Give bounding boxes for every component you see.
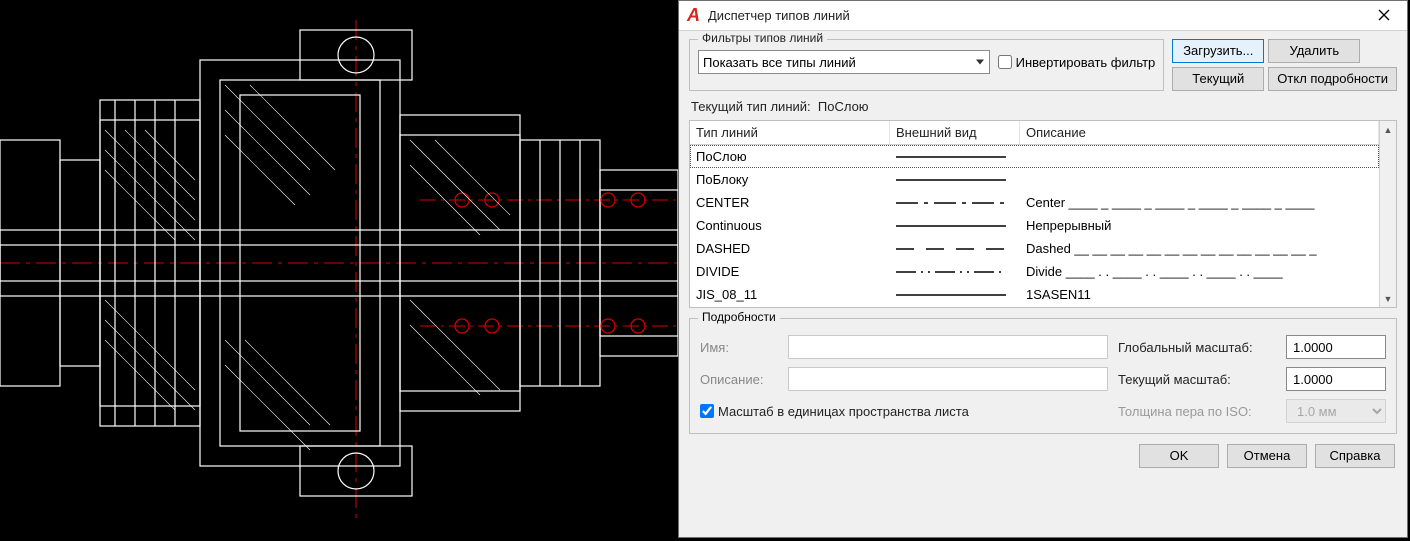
linetype-preview-icon	[896, 219, 1006, 233]
table-row[interactable]: Continuous Непрерывный	[690, 214, 1379, 237]
dialog-title: Диспетчер типов линий	[708, 8, 1369, 23]
filters-group: Фильтры типов линий Показать все типы ли…	[689, 39, 1164, 91]
paperspace-units-checkbox[interactable]: Масштаб в единицах пространства листа	[700, 404, 969, 419]
col-appearance[interactable]: Внешний вид	[890, 121, 1020, 144]
details-group: Подробности Имя: Глобальный масштаб: Опи…	[689, 318, 1397, 434]
cell-appearance	[890, 286, 1020, 304]
current-scale-label: Текущий масштаб:	[1118, 372, 1278, 387]
cell-description: Непрерывный	[1020, 216, 1379, 235]
cell-description	[1020, 155, 1379, 159]
linetype-preview-icon	[896, 173, 1006, 187]
global-scale-label: Глобальный масштаб:	[1118, 340, 1278, 355]
help-button[interactable]: Справка	[1315, 444, 1395, 468]
cell-name: Continuous	[690, 216, 890, 235]
set-current-button[interactable]: Текущий	[1172, 67, 1264, 91]
linetype-preview-icon	[896, 288, 1006, 302]
iso-pen-select: 1.0 мм	[1286, 399, 1386, 423]
cell-name: DIVIDE	[690, 262, 890, 281]
invert-filter-label: Инвертировать фильтр	[1016, 55, 1156, 70]
cell-name: ПоБлоку	[690, 170, 890, 189]
invert-filter-input[interactable]	[998, 55, 1012, 69]
details-desc-input	[788, 367, 1108, 391]
autocad-logo-icon: A	[687, 5, 700, 26]
table-row[interactable]: DIVIDE Divide ____ . . ____ . . ____ . .…	[690, 260, 1379, 283]
details-name-input	[788, 335, 1108, 359]
table-row[interactable]: ПоБлоку	[690, 168, 1379, 191]
invert-filter-checkbox[interactable]: Инвертировать фильтр	[998, 55, 1156, 70]
cancel-button[interactable]: Отмена	[1227, 444, 1307, 468]
cell-appearance	[890, 194, 1020, 212]
dialog-footer: OK Отмена Справка	[679, 434, 1407, 478]
linetype-preview-icon	[896, 265, 1006, 279]
cell-appearance	[890, 148, 1020, 166]
scroll-up-icon[interactable]: ▲	[1380, 121, 1396, 138]
details-legend: Подробности	[698, 310, 780, 324]
cell-appearance	[890, 171, 1020, 189]
delete-button[interactable]: Удалить	[1268, 39, 1360, 63]
cell-description: Center ____ _ ____ _ ____ _ ____ _ ____ …	[1020, 193, 1379, 212]
table-row[interactable]: CENTER Center ____ _ ____ _ ____ _ ____ …	[690, 191, 1379, 214]
details-desc-label: Описание:	[700, 372, 780, 387]
table-row[interactable]: DASHED Dashed __ __ __ __ __ __ __ __ __…	[690, 237, 1379, 260]
col-description[interactable]: Описание	[1020, 121, 1379, 144]
linetype-preview-icon	[896, 196, 1006, 210]
current-scale-input[interactable]	[1286, 367, 1386, 391]
cell-description: 1SASEN11	[1020, 285, 1379, 304]
cell-appearance	[890, 217, 1020, 235]
filters-legend: Фильтры типов линий	[698, 31, 827, 45]
paperspace-units-input[interactable]	[700, 404, 714, 418]
ok-button[interactable]: OK	[1139, 444, 1219, 468]
cell-name: DASHED	[690, 239, 890, 258]
cad-viewport	[0, 0, 678, 538]
load-button[interactable]: Загрузить...	[1172, 39, 1264, 63]
linetype-preview-icon	[896, 150, 1006, 164]
close-button[interactable]	[1369, 8, 1399, 24]
cell-description	[1020, 178, 1379, 182]
current-linetype-label: Текущий тип линий: ПоСлою	[679, 95, 1407, 120]
details-name-label: Имя:	[700, 340, 780, 355]
close-icon	[1378, 9, 1390, 21]
scrollbar[interactable]: ▲ ▼	[1379, 121, 1396, 307]
cell-description: Dashed __ __ __ __ __ __ __ __ __ __ __ …	[1020, 239, 1379, 258]
filter-select[interactable]: Показать все типы линий	[698, 50, 990, 74]
cell-name: ПоСлою	[690, 147, 890, 166]
col-name[interactable]: Тип линий	[690, 121, 890, 144]
cell-appearance	[890, 240, 1020, 258]
linetype-preview-icon	[896, 242, 1006, 256]
table-header: Тип линий Внешний вид Описание	[690, 121, 1379, 145]
table-row[interactable]: JIS_08_11 1SASEN11	[690, 283, 1379, 306]
scroll-down-icon[interactable]: ▼	[1380, 290, 1396, 307]
iso-pen-label: Толщина пера по ISO:	[1118, 404, 1278, 419]
table-row[interactable]: ПоСлою	[690, 145, 1379, 168]
cell-name: JIS_08_11	[690, 285, 890, 304]
toggle-details-button[interactable]: Откл подробности	[1268, 67, 1397, 91]
linetype-manager-dialog: A Диспетчер типов линий Фильтры типов ли…	[678, 0, 1408, 538]
cell-description: Divide ____ . . ____ . . ____ . . ____ .…	[1020, 262, 1379, 281]
linetype-table: Тип линий Внешний вид Описание ПоСлою По…	[689, 120, 1397, 308]
cad-drawing	[0, 0, 678, 538]
cell-appearance	[890, 263, 1020, 281]
cell-name: CENTER	[690, 193, 890, 212]
global-scale-input[interactable]	[1286, 335, 1386, 359]
titlebar: A Диспетчер типов линий	[679, 1, 1407, 31]
